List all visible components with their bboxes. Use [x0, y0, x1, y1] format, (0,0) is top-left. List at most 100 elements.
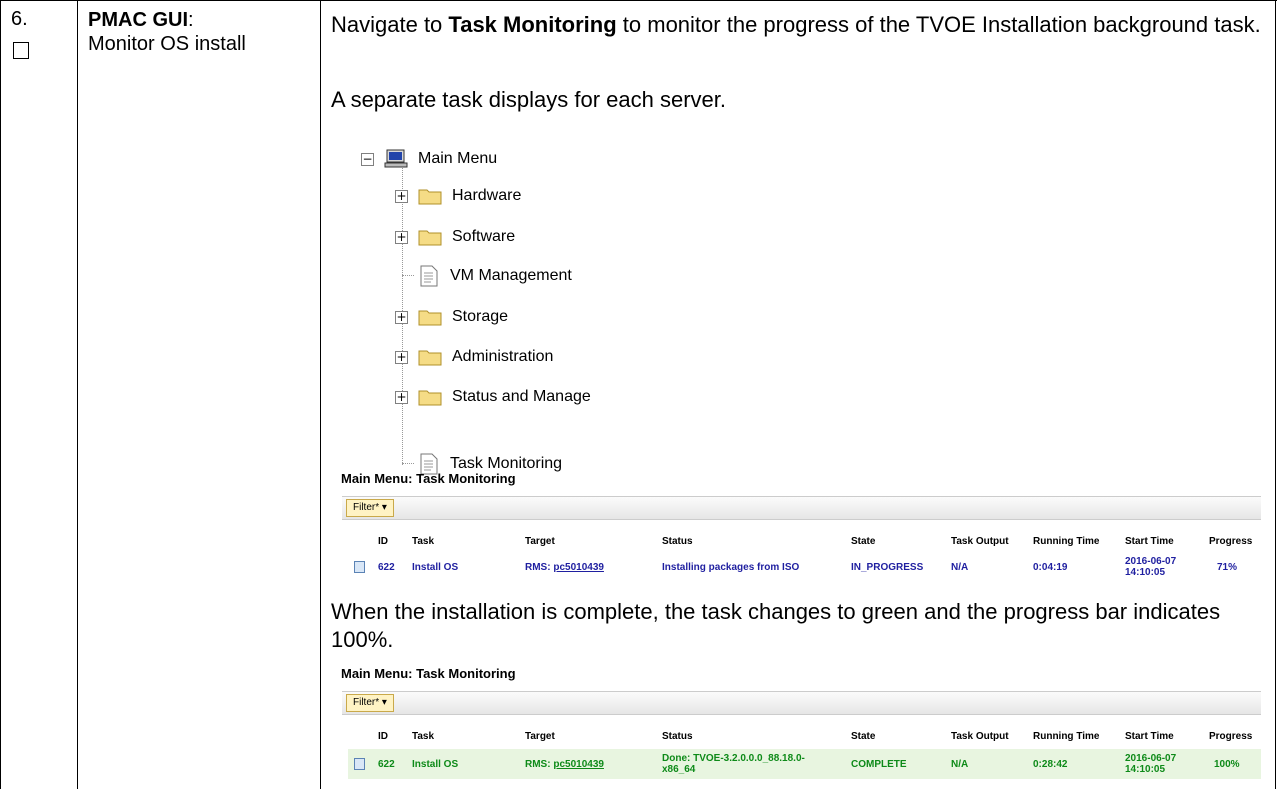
step-heading: PMAC GUI: Monitor OS install [88, 8, 313, 56]
task-panel-1-table: ID Task Target Status State Task Output … [348, 532, 1261, 582]
expand-icon[interactable]: + [395, 230, 408, 244]
collapse-icon[interactable]: − [361, 152, 374, 166]
folder-icon [418, 390, 442, 406]
folder-icon [418, 189, 442, 205]
tree-connector [402, 275, 414, 276]
cell-progress: 100% [1214, 758, 1240, 770]
col-header-running-time: Running Time [1033, 536, 1100, 547]
filter-button[interactable]: Filter* ▾ [346, 499, 394, 517]
step-title-colon: : [188, 9, 194, 31]
instruction-complete: When the installation is complete, the t… [331, 599, 1221, 652]
col-header-progress: Progress [1209, 536, 1253, 547]
step-subtitle: Monitor OS install [88, 33, 246, 55]
dropdown-arrow-icon: ▾ [381, 697, 387, 708]
step-title: PMAC GUI [88, 9, 188, 31]
col-header-status: Status [662, 731, 693, 742]
col-header-task-output: Task Output [951, 731, 1009, 742]
tree-item-hardware[interactable]: + Hardware [395, 176, 521, 216]
tree-item-storage[interactable]: + Storage [395, 297, 508, 337]
col-header-target: Target [525, 536, 555, 547]
col-divider-1 [77, 0, 78, 789]
step-number: 6. [11, 8, 28, 30]
filter-label: Filter* [353, 697, 380, 708]
instruction-navigate: Navigate to Task Monitoring to monitor t… [331, 11, 1271, 39]
instruction-text: to monitor the progress of the TVOE Inst… [616, 12, 1261, 37]
cell-running-time: 0:28:42 [1033, 758, 1068, 770]
tree-label: Hardware [452, 187, 522, 204]
table-top-border [0, 0, 1277, 1]
instruction-text: Navigate to [331, 12, 449, 37]
cell-task: Install OS [412, 758, 459, 770]
col-header-id: ID [378, 731, 388, 742]
cell-target: RMS: pc5010439 [525, 554, 604, 580]
start-time: 14:10:05 [1125, 567, 1166, 578]
cell-id: 622 [378, 561, 395, 573]
task-monitoring-emphasis: Task Monitoring [448, 12, 617, 37]
tree-label: Status and Manage [452, 388, 591, 405]
target-prefix: RMS: [525, 561, 551, 573]
cell-target: RMS: pc5010439 [525, 749, 604, 779]
table-row[interactable]: 622 Install OS RMS: pc5010439 Installing… [348, 554, 1261, 580]
col-header-start-time: Start Time [1125, 536, 1174, 547]
tree-label: Software [452, 228, 516, 245]
folder-icon [418, 230, 442, 246]
cell-task-output: N/A [951, 758, 969, 770]
task-panel-2-filter-bar: Filter* ▾ [342, 691, 1261, 715]
table-left-border [0, 0, 1, 789]
cell-task-output: N/A [951, 561, 969, 573]
col-header-progress: Progress [1209, 731, 1253, 742]
expand-icon[interactable]: + [395, 310, 408, 324]
tree-connector [402, 463, 414, 464]
tree-item-vm-management[interactable]: VM Management [420, 256, 572, 296]
step-checkbox[interactable] [13, 42, 29, 59]
cell-status: Installing packages from ISO [662, 561, 800, 573]
filter-button[interactable]: Filter* ▾ [346, 694, 394, 712]
start-date: 2016-06-07 [1125, 556, 1177, 567]
status-line: Done: TVOE-3.2.0.0.0_88.18.0- [662, 753, 805, 764]
target-prefix: RMS: [525, 758, 551, 770]
tree-item-main-menu[interactable]: − Main Menu [361, 139, 497, 179]
row-page-icon [354, 554, 365, 580]
folder-icon [418, 310, 442, 326]
expand-icon[interactable]: + [395, 189, 408, 203]
expand-icon[interactable]: + [395, 350, 408, 364]
cell-state: IN_PROGRESS [851, 561, 924, 573]
tree-label: Administration [452, 348, 554, 365]
cell-task: Install OS [412, 561, 459, 573]
tree-item-administration[interactable]: + Administration [395, 337, 553, 377]
table-header: ID Task Target Status State Task Output … [348, 532, 1261, 551]
expand-icon[interactable]: + [395, 390, 408, 404]
status-line: x86_64 [662, 764, 696, 775]
col-divider-2 [320, 0, 321, 789]
cell-running-time: 0:04:19 [1033, 561, 1068, 573]
cell-status: Done: TVOE-3.2.0.0.0_88.18.0- x86_64 [662, 749, 805, 779]
task-panel-1-filter-bar: Filter* ▾ [342, 496, 1261, 520]
task-panel-2-table: ID Task Target Status State Task Output … [348, 727, 1261, 783]
table-row[interactable]: 622 Install OS RMS: pc5010439 Done: TVOE… [348, 749, 1261, 779]
instruction-separate-task: A separate task displays for each server… [331, 87, 726, 112]
page-icon [420, 265, 438, 287]
filter-label: Filter* [353, 502, 380, 513]
target-link[interactable]: pc5010439 [553, 562, 604, 573]
start-date: 2016-06-07 [1125, 753, 1177, 764]
cell-start-time: 2016-06-07 14:10:05 [1125, 749, 1176, 779]
computer-icon [384, 149, 408, 168]
col-header-task: Task [412, 731, 435, 742]
folder-icon [418, 350, 442, 366]
col-header-status: Status [662, 536, 693, 547]
col-header-state: State [851, 536, 876, 547]
task-panel-2-title: Main Menu: Task Monitoring [341, 666, 516, 681]
start-time: 14:10:05 [1125, 764, 1166, 775]
cell-id: 622 [378, 758, 395, 770]
task-panel-1-title: Main Menu: Task Monitoring [341, 471, 516, 486]
tree-label: VM Management [450, 267, 572, 284]
col-header-state: State [851, 731, 876, 742]
col-header-task: Task [412, 536, 435, 547]
col-header-task-output: Task Output [951, 536, 1009, 547]
target-link[interactable]: pc5010439 [553, 759, 604, 770]
cell-start-time: 2016-06-07 14:10:05 [1125, 554, 1176, 580]
tree-item-software[interactable]: + Software [395, 217, 515, 257]
dropdown-arrow-icon: ▾ [381, 502, 387, 513]
tree-label: Main Menu [418, 150, 498, 167]
tree-item-status-and-manage[interactable]: + Status and Manage [395, 377, 591, 417]
